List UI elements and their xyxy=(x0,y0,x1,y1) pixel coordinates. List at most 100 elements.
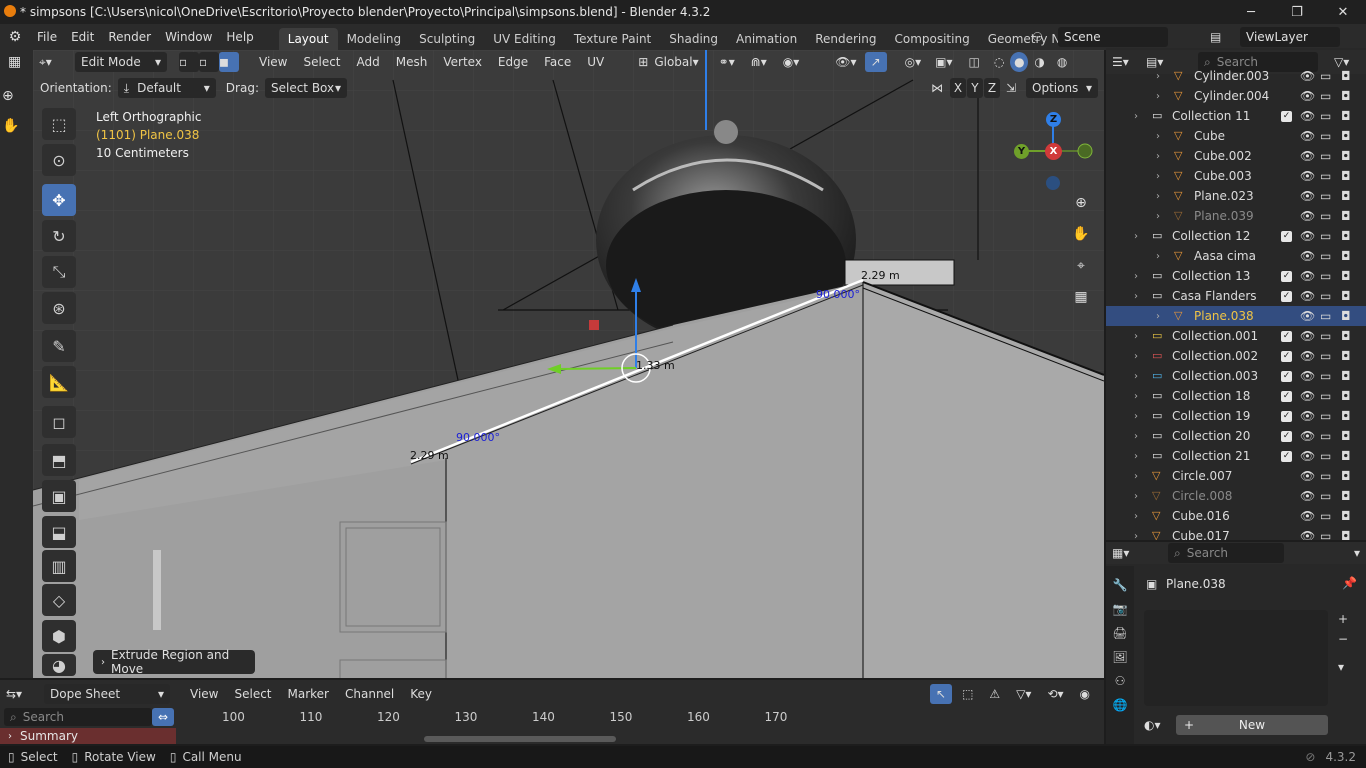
bevel-tool-icon[interactable]: ⬓ xyxy=(42,516,76,548)
remove-slot-icon[interactable]: − xyxy=(1338,632,1348,646)
viewport-display-icon[interactable]: ▭ xyxy=(1320,469,1331,483)
options-dropdown[interactable]: Options ▾ xyxy=(1026,78,1098,98)
view-layer-props-icon[interactable]: 🖼 xyxy=(1112,650,1127,664)
visibility-eye-icon[interactable]: 👁 xyxy=(1300,529,1315,540)
visibility-icon[interactable]: 👁▾ xyxy=(829,52,862,72)
expand-chevron-icon[interactable]: › xyxy=(1134,291,1138,302)
pan-hand-icon[interactable]: ✋ xyxy=(2,118,19,134)
spin-tool-icon[interactable]: ◕ xyxy=(42,654,76,676)
menu-file[interactable]: File xyxy=(30,24,64,50)
outliner-row[interactable]: › ▽ Cube.003 👁 ▭ ◘ xyxy=(1106,166,1366,186)
outliner-row[interactable]: › ▽ Aasa cima 👁 ▭ ◘ xyxy=(1106,246,1366,266)
transform-tool-icon[interactable]: ⊛ xyxy=(42,292,76,324)
visibility-eye-icon[interactable]: 👁 xyxy=(1300,249,1315,263)
expand-chevron-icon[interactable]: › xyxy=(1134,331,1138,342)
outliner-row[interactable]: › ▭ Collection 11 ✓ 👁 ▭ ◘ xyxy=(1106,106,1366,126)
menu-render[interactable]: Render xyxy=(101,24,158,50)
viewport-display-icon[interactable]: ▭ xyxy=(1320,329,1331,343)
outliner-row[interactable]: › ▭ Collection 19 ✓ 👁 ▭ ◘ xyxy=(1106,406,1366,426)
expand-chevron-icon[interactable]: › xyxy=(1156,311,1160,322)
render-camera-icon[interactable]: ◘ xyxy=(1341,109,1351,123)
output-props-icon[interactable]: 🖨 xyxy=(1112,626,1127,640)
outliner-row[interactable]: › ▽ Circle.007 👁 ▭ ◘ xyxy=(1106,466,1366,486)
view-layer-selector[interactable]: ▤ ViewLayer xyxy=(1210,27,1340,47)
properties-search-input[interactable]: ⌕ Search xyxy=(1168,543,1284,563)
dope-menu-channel[interactable]: Channel xyxy=(337,684,402,704)
knife-tool-icon[interactable]: ◇ xyxy=(42,584,76,616)
viewport-menu-vertex[interactable]: Vertex xyxy=(435,52,490,72)
viewport-display-icon[interactable]: ▭ xyxy=(1320,149,1331,163)
last-operator-panel[interactable]: › Extrude Region and Move xyxy=(93,648,255,676)
expand-chevron-icon[interactable]: › xyxy=(1134,531,1138,541)
viewport-display-icon[interactable]: ▭ xyxy=(1320,529,1331,540)
render-camera-icon[interactable]: ◘ xyxy=(1341,69,1351,83)
outliner-row[interactable]: › ▽ Cube 👁 ▭ ◘ xyxy=(1106,126,1366,146)
new-material-button[interactable]: + New xyxy=(1176,715,1328,735)
render-camera-icon[interactable]: ◘ xyxy=(1341,189,1351,203)
face-select-icon[interactable]: ◼ xyxy=(219,52,239,72)
visibility-eye-icon[interactable]: 👁 xyxy=(1300,189,1315,203)
visibility-eye-icon[interactable]: 👁 xyxy=(1300,109,1315,123)
dope-search-input[interactable]: ⌕ Search xyxy=(4,708,152,726)
checkbox-icon[interactable]: ✓ xyxy=(1281,410,1292,422)
visibility-eye-icon[interactable]: 👁 xyxy=(1300,489,1315,503)
dope-mode-dropdown[interactable]: Dope Sheet ▾ xyxy=(44,684,170,704)
viewport-display-icon[interactable]: ▭ xyxy=(1320,289,1331,303)
mirror-axis-y[interactable]: Y xyxy=(966,78,983,98)
viewport-display-icon[interactable]: ▭ xyxy=(1320,169,1331,183)
expand-chevron-icon[interactable]: › xyxy=(1134,491,1138,502)
tab-sculpting[interactable]: Sculpting xyxy=(410,28,484,50)
edge-select-icon[interactable]: ▫ xyxy=(199,52,219,72)
pivot-icon[interactable]: ⚭▾ xyxy=(713,52,741,72)
render-camera-icon[interactable]: ◘ xyxy=(1341,389,1351,403)
render-camera-icon[interactable]: ◘ xyxy=(1341,229,1351,243)
viewport-display-icon[interactable]: ▭ xyxy=(1320,409,1331,423)
only-selected-icon[interactable]: ↖ xyxy=(930,684,953,704)
viewport-display-icon[interactable]: ▭ xyxy=(1320,209,1331,223)
render-props-icon[interactable]: 📷 xyxy=(1113,602,1128,616)
visibility-eye-icon[interactable]: 👁 xyxy=(1300,449,1315,463)
expand-chevron-icon[interactable]: › xyxy=(1134,231,1138,242)
render-camera-icon[interactable]: ◘ xyxy=(1341,149,1351,163)
scale-tool-icon[interactable]: ⤡ xyxy=(42,256,76,288)
checkbox-icon[interactable]: ✓ xyxy=(1281,390,1292,402)
render-camera-icon[interactable]: ◘ xyxy=(1341,129,1351,143)
mode-dropdown[interactable]: Edit Mode ▾ xyxy=(75,52,167,72)
render-camera-icon[interactable]: ◘ xyxy=(1341,249,1351,263)
minimize-button[interactable]: ─ xyxy=(1228,0,1274,24)
outliner-row[interactable]: › ▭ Collection 12 ✓ 👁 ▭ ◘ xyxy=(1106,226,1366,246)
dope-menu-key[interactable]: Key xyxy=(402,684,440,704)
viewport-display-icon[interactable]: ▭ xyxy=(1320,269,1331,283)
tab-rendering[interactable]: Rendering xyxy=(806,28,885,50)
mirror-axis-x[interactable]: X xyxy=(949,78,966,98)
render-camera-icon[interactable]: ◘ xyxy=(1341,89,1351,103)
outliner-row[interactable]: › ▭ Casa Flanders ✓ 👁 ▭ ◘ xyxy=(1106,286,1366,306)
viewport-display-icon[interactable]: ▭ xyxy=(1320,309,1331,323)
expand-chevron-icon[interactable]: › xyxy=(1156,91,1160,102)
viewport-menu-select[interactable]: Select xyxy=(295,52,348,72)
editor-type-icon[interactable]: ▦ xyxy=(8,54,26,72)
inset-tool-icon[interactable]: ▣ xyxy=(42,480,76,512)
render-camera-icon[interactable]: ◘ xyxy=(1341,209,1351,223)
expand-chevron-icon[interactable]: › xyxy=(1134,271,1138,282)
visibility-eye-icon[interactable]: 👁 xyxy=(1300,389,1315,403)
measure-tool-icon[interactable]: 📐 xyxy=(42,366,76,398)
scene-selector[interactable]: ⚇ Scene xyxy=(1032,27,1168,47)
loop-cut-tool-icon[interactable]: ▥ xyxy=(42,550,76,582)
gizmo-toggle-icon[interactable]: ↗ xyxy=(864,52,887,72)
auto-merge-icon[interactable]: ⇲ xyxy=(1000,78,1022,98)
expand-chevron-icon[interactable]: › xyxy=(1134,351,1138,362)
material-shading-icon[interactable]: ◑ xyxy=(1028,52,1050,72)
tab-compositing[interactable]: Compositing xyxy=(885,28,978,50)
ortho-grid-icon[interactable]: ▦ xyxy=(1074,289,1087,305)
properties-editor-icon[interactable]: ▦▾ xyxy=(1106,543,1140,563)
add-slot-icon[interactable]: + xyxy=(1338,612,1348,626)
expand-chevron-icon[interactable]: › xyxy=(1134,471,1138,482)
visibility-eye-icon[interactable]: 👁 xyxy=(1300,89,1315,103)
outliner-row[interactable]: › ▭ Collection 21 ✓ 👁 ▭ ◘ xyxy=(1106,446,1366,466)
viewport-display-icon[interactable]: ▭ xyxy=(1320,509,1331,523)
outliner-row[interactable]: › ▽ Cube.017 👁 ▭ ◘ xyxy=(1106,526,1366,540)
visibility-eye-icon[interactable]: 👁 xyxy=(1300,409,1315,423)
outliner-row[interactable]: › ▭ Collection 18 ✓ 👁 ▭ ◘ xyxy=(1106,386,1366,406)
tab-texture-paint[interactable]: Texture Paint xyxy=(565,28,660,50)
